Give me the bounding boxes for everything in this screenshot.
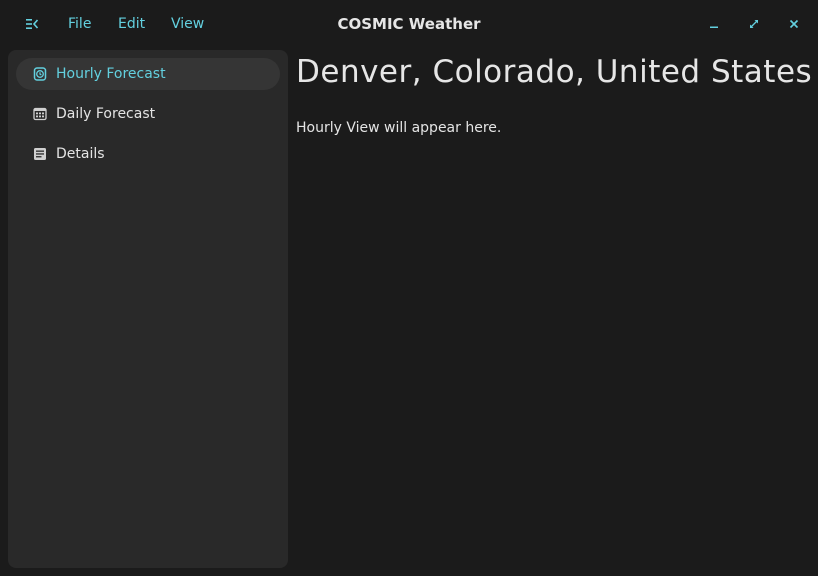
sidebar-item-daily-forecast[interactable]: Daily Forecast	[16, 98, 280, 130]
header-bar: File Edit View COSMIC Weather	[0, 0, 818, 48]
sidebar-item-label: Daily Forecast	[56, 106, 156, 122]
details-list-icon	[32, 146, 48, 162]
location-title: Denver, Colorado, United States	[296, 54, 813, 90]
maximize-button[interactable]	[744, 14, 764, 34]
minimize-button[interactable]	[704, 14, 724, 34]
menu-view[interactable]: View	[171, 14, 204, 34]
sidebar-toggle-button[interactable]	[20, 12, 44, 36]
sidebar-item-hourly-forecast[interactable]: Hourly Forecast	[16, 58, 280, 90]
close-icon	[789, 19, 799, 29]
clock-icon	[32, 66, 48, 82]
maximize-icon	[749, 19, 759, 29]
app-window: File Edit View COSMIC Weather Hourly For…	[0, 0, 818, 576]
menu-edit[interactable]: Edit	[118, 14, 145, 34]
menu-file[interactable]: File	[68, 14, 91, 34]
hourly-view-placeholder: Hourly View will appear here.	[296, 120, 502, 136]
main-content: Denver, Colorado, United States Hourly V…	[296, 50, 813, 568]
close-button[interactable]	[784, 14, 804, 34]
calendar-icon	[32, 106, 48, 122]
sidebar-item-label: Details	[56, 146, 105, 162]
sidebar-item-label: Hourly Forecast	[56, 66, 166, 82]
sidebar-nav: Hourly Forecast Daily Forecast Details	[8, 50, 288, 568]
minimize-icon	[709, 19, 719, 29]
sidebar-collapse-icon	[25, 18, 39, 30]
sidebar-item-details[interactable]: Details	[16, 138, 280, 170]
